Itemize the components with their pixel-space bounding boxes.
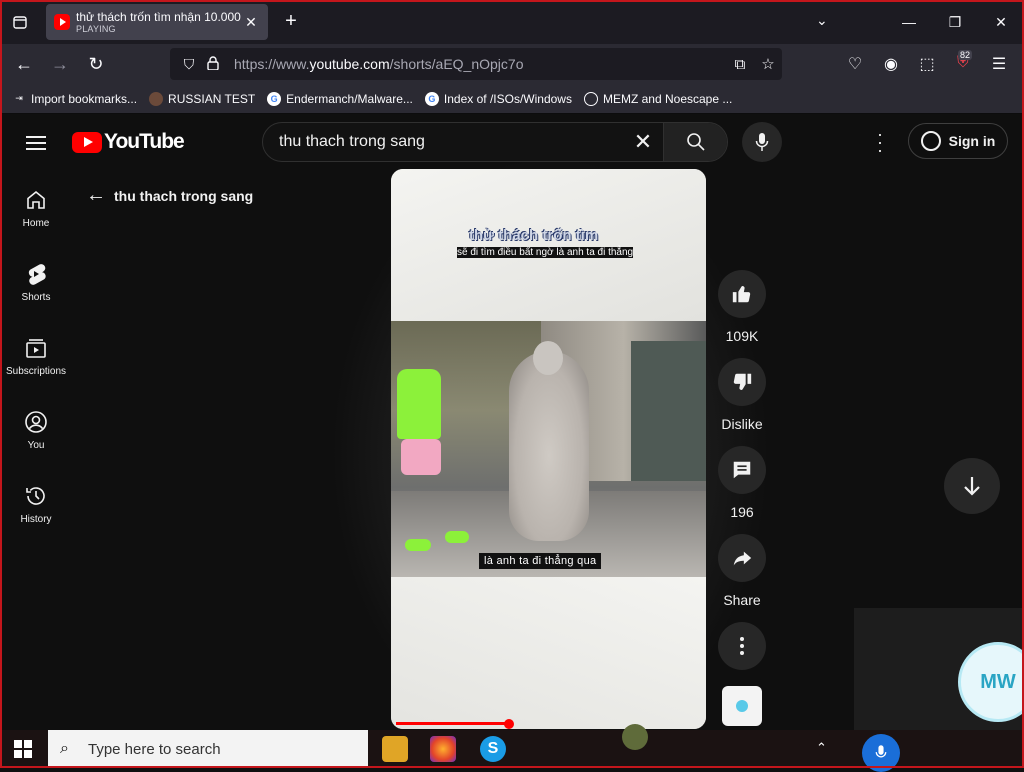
bookmark-endermanch[interactable]: G Endermanch/Malware...: [267, 91, 413, 106]
video-subtitle: là anh ta đi thẳng qua: [479, 553, 602, 569]
google-favicon: G: [424, 91, 439, 106]
comments-button[interactable]: 196: [717, 446, 767, 520]
russian-test-favicon: [149, 91, 164, 106]
thumbs-up-icon: [732, 286, 751, 303]
bookmark-star-icon[interactable]: ☆: [754, 55, 782, 73]
bookmarks-toolbar: ⇥ Import bookmarks... RUSSIAN TEST G Ender…: [0, 84, 1024, 114]
dislike-button[interactable]: Dislike: [717, 358, 767, 432]
clear-search-icon[interactable]: ✕: [623, 129, 663, 155]
more-actions-button[interactable]: [717, 622, 767, 670]
tab-list-icon[interactable]: [0, 0, 40, 44]
video-bottom-paper: [391, 577, 706, 729]
next-short-button[interactable]: [944, 458, 1000, 514]
microphone-icon: [755, 133, 769, 151]
tab-status: PLAYING: [76, 24, 116, 34]
new-tab-button[interactable]: +: [280, 10, 302, 33]
share-button[interactable]: Share: [717, 534, 767, 608]
arrow-down-icon: [964, 477, 980, 496]
lock-icon[interactable]: [202, 55, 224, 73]
channel-avatar[interactable]: [722, 686, 762, 726]
browser-tab-active[interactable]: thử thách trốn tìm nhận 10.000 PLAYING ✕: [46, 4, 268, 40]
bookmark-isos[interactable]: G Index of /ISOs/Windows: [424, 91, 572, 106]
share-label: Share: [723, 592, 761, 608]
url-bar[interactable]: ⛉ https://www.youtube.com/shorts/aEQ_nOp…: [170, 48, 782, 80]
minimize-button[interactable]: —: [886, 14, 932, 30]
you-icon: [25, 411, 47, 433]
subscriptions-icon: [26, 339, 46, 358]
taskbar-search-box[interactable]: ⌕ Type here to search: [48, 730, 368, 768]
skype-icon[interactable]: S: [480, 736, 506, 762]
windows-start-icon[interactable]: [14, 740, 32, 758]
settings-more-icon[interactable]: · · ·: [870, 125, 890, 159]
youtube-favicon: [54, 14, 70, 30]
import-icon: ⇥: [15, 93, 23, 103]
close-tab-icon[interactable]: ✕: [242, 14, 260, 31]
show-hidden-icons[interactable]: ⌃: [816, 740, 827, 756]
forward-button[interactable]: →: [48, 52, 72, 76]
bookmark-import[interactable]: ⇥ Import bookmarks...: [12, 92, 137, 106]
reload-button[interactable]: ↻: [84, 52, 108, 76]
tracking-protection-icon[interactable]: ⛉: [178, 56, 200, 73]
video-overlay-title: thử thách trốn tìm: [469, 227, 599, 244]
windows-taskbar: ⌕ Type here to search S ⌃: [0, 724, 1024, 772]
shorts-icon: [28, 264, 46, 285]
home-icon: [27, 190, 45, 209]
picture-in-picture-icon[interactable]: ⧉: [726, 56, 754, 73]
bookmark-memz[interactable]: MEMZ and Noescape ...: [583, 91, 732, 106]
thumbs-down-icon: [733, 373, 752, 390]
search-icon: ⌕: [60, 740, 69, 757]
extensions-icon[interactable]: ⬚: [916, 54, 938, 74]
bookmark-russian-test[interactable]: RUSSIAN TEST: [149, 91, 255, 106]
firefox-icon[interactable]: [430, 736, 456, 762]
extension-badge: 82: [958, 50, 973, 60]
mini-guide: Home Shorts Subscriptions You History: [0, 170, 72, 540]
pocket-icon[interactable]: ♡: [844, 54, 866, 74]
video-overlay-text: sẽ đi tìm điều bất ngờ là anh ta đi thẳn…: [457, 247, 634, 258]
sign-in-button[interactable]: Sign in: [908, 123, 1008, 159]
comment-count: 196: [730, 504, 754, 520]
app-icon[interactable]: [622, 724, 648, 750]
guide-menu-icon[interactable]: [26, 132, 46, 154]
list-all-tabs-icon[interactable]: ⌄: [816, 12, 828, 29]
video-scene: là anh ta đi thẳng qua: [391, 321, 706, 577]
sidebar-item-subscriptions[interactable]: Subscriptions: [0, 318, 72, 392]
video-progress-handle[interactable]: [504, 719, 514, 729]
share-icon: [733, 551, 752, 566]
google-favicon: G: [267, 91, 282, 106]
shorts-video-player[interactable]: thử thách trốn tìm sẽ đi tìm điều bất ng…: [391, 169, 706, 729]
account-icon[interactable]: ◉: [880, 54, 902, 74]
close-window-button[interactable]: ✕: [978, 14, 1024, 31]
youtube-page: YouTube thu thach trong sang ✕ · · · Sign …: [0, 114, 1024, 754]
sidebar-item-history[interactable]: History: [0, 466, 72, 540]
comment-icon: [733, 461, 751, 479]
browser-nav-bar: ← → ↻ ⛉ https://www.youtube.com/shorts/a…: [0, 44, 1024, 84]
search-input[interactable]: thu thach trong sang: [263, 133, 623, 151]
more-vertical-icon: [740, 637, 744, 655]
globe-icon: [583, 91, 598, 106]
restore-button[interactable]: ❐: [932, 14, 978, 31]
youtube-logo[interactable]: YouTube: [72, 130, 185, 154]
sidebar-item-shorts[interactable]: Shorts: [0, 244, 72, 318]
file-explorer-icon[interactable]: [382, 736, 408, 762]
arrow-left-icon: ←: [86, 184, 106, 206]
account-circle-icon: [920, 131, 941, 151]
tab-title: thử thách trốn tìm nhận 10.000: [76, 10, 241, 24]
sidebar-item-you[interactable]: You: [0, 392, 72, 466]
history-icon: [26, 487, 45, 505]
video-progress-bar[interactable]: [396, 722, 509, 725]
browser-tab-bar: thử thách trốn tìm nhận 10.000 PLAYING ✕…: [0, 0, 1024, 44]
like-button[interactable]: 109K: [717, 270, 767, 344]
menu-icon[interactable]: ☰: [988, 54, 1010, 74]
youtube-play-icon: [72, 131, 102, 153]
video-top-paper: [391, 169, 706, 321]
search-icon: [686, 133, 705, 151]
search-back-link[interactable]: ← thu thach trong sang: [86, 184, 253, 207]
back-button[interactable]: ←: [12, 52, 36, 76]
voice-access-mic-icon[interactable]: [862, 734, 900, 772]
channel-logo-icon: [736, 700, 748, 712]
url-text[interactable]: https://www.youtube.com/shorts/aEQ_nOpjc…: [234, 56, 726, 72]
dislike-label: Dislike: [721, 416, 763, 432]
like-count: 109K: [725, 328, 759, 344]
sidebar-item-home[interactable]: Home: [0, 170, 72, 244]
